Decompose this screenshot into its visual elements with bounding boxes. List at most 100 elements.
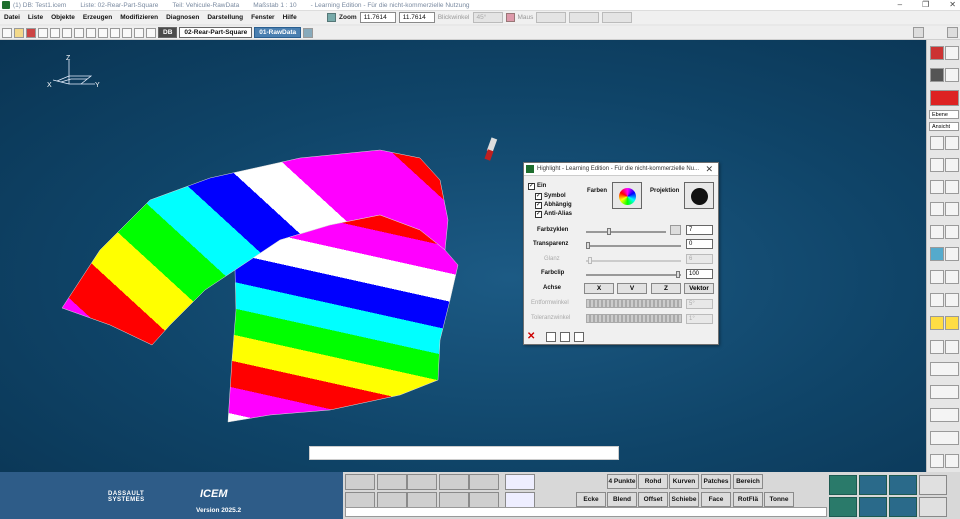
snowflake-2-icon[interactable] — [505, 492, 535, 508]
smiley-2-icon[interactable] — [945, 316, 959, 330]
object-tool-icon[interactable] — [345, 474, 375, 490]
button-blend[interactable]: Blend — [607, 492, 637, 507]
properties-icon[interactable] — [146, 27, 156, 38]
measure-tool-2-icon[interactable] — [945, 454, 959, 468]
smiley-icon[interactable] — [930, 316, 944, 330]
render-ball-icon[interactable] — [930, 90, 959, 106]
button-schiebe[interactable]: Schiebe — [669, 492, 699, 507]
axis-y-button[interactable]: V — [617, 283, 647, 294]
new-file-icon[interactable] — [2, 27, 12, 38]
axis-z-button[interactable]: Z — [651, 283, 681, 294]
arrow-tool-icon[interactable] — [930, 408, 959, 422]
button-face[interactable]: Face — [701, 492, 731, 507]
redo-icon[interactable] — [122, 27, 132, 38]
paste-icon[interactable] — [98, 27, 108, 38]
brush-tool-icon[interactable] — [945, 68, 959, 82]
transparenz-field[interactable]: 0 — [686, 239, 713, 249]
window-tool-2-icon[interactable] — [945, 340, 959, 354]
blue-tool-4-icon[interactable] — [889, 497, 917, 517]
button-patches[interactable]: Patches — [701, 474, 731, 489]
copy-tool-icon[interactable] — [439, 474, 469, 490]
minimize-icon[interactable]: – — [898, 0, 902, 9]
frame-tool-icon[interactable] — [930, 362, 959, 376]
curve-tool-2-icon[interactable] — [945, 136, 959, 150]
snowflake-icon[interactable] — [505, 474, 535, 490]
material-tool-icon[interactable] — [945, 270, 959, 284]
paint-tool-icon[interactable] — [945, 46, 959, 60]
projection-sphere-icon[interactable] — [684, 182, 714, 209]
cancel-x-icon[interactable]: ✕ — [527, 332, 537, 342]
button-bereich[interactable]: Bereich — [733, 474, 763, 489]
menu-darstellung[interactable]: Darstellung — [207, 14, 243, 21]
folder-tool-2-icon[interactable] — [377, 492, 407, 508]
restore-icon[interactable]: ❐ — [922, 0, 929, 9]
green-tool-1-icon[interactable] — [829, 475, 857, 495]
angle-lock-icon[interactable] — [505, 13, 515, 22]
button-kurven[interactable]: Kurven — [669, 474, 699, 489]
list-tool-icon[interactable] — [919, 497, 947, 517]
zoom-field-2[interactable]: 11.7614 — [398, 12, 435, 23]
shade-tool-icon[interactable] — [930, 68, 944, 82]
toolbar-menu-icon-2[interactable] — [947, 27, 958, 38]
cut-icon[interactable] — [74, 27, 84, 38]
list-tag[interactable]: 02-Rear-Part-Square — [179, 27, 253, 38]
zoom-out-icon[interactable] — [945, 293, 959, 307]
transparenz-slider-knob[interactable] — [586, 242, 590, 249]
eye-icon[interactable] — [407, 474, 437, 490]
save-as-icon[interactable] — [38, 27, 48, 38]
dialog-close-icon[interactable]: ✕ — [705, 164, 713, 175]
toolbar-menu-icon[interactable] — [913, 27, 924, 38]
undo-icon[interactable] — [110, 27, 120, 38]
sphere-icon[interactable] — [469, 492, 499, 508]
info-icon[interactable] — [546, 332, 556, 342]
axis-x-button[interactable]: X — [584, 283, 614, 294]
zoom-in-icon[interactable] — [930, 293, 944, 307]
farbzyklen-slider-knob[interactable] — [607, 228, 611, 235]
curve-tool-4-icon[interactable] — [945, 158, 959, 172]
axis-vektor-button[interactable]: Vektor — [684, 283, 714, 294]
measure-tool-icon[interactable] — [930, 454, 944, 468]
blue-tool-1-icon[interactable] — [859, 475, 887, 495]
surface-tool-1-icon[interactable] — [930, 225, 944, 239]
button-4-punkte[interactable]: 4 Punkte — [607, 474, 637, 489]
folder-tool-icon[interactable] — [345, 492, 375, 508]
checkbox-antialias[interactable]: ✓ — [535, 211, 542, 218]
button-offset[interactable]: Offset — [638, 492, 668, 507]
edit-icon[interactable] — [62, 27, 72, 38]
grid-tool-icon[interactable] — [930, 431, 959, 445]
green-tool-2-icon[interactable] — [829, 497, 857, 517]
print-icon[interactable] — [50, 27, 60, 38]
3d-viewport[interactable]: Z X Y — [0, 40, 926, 472]
menu-hilfe[interactable]: Hilfe — [283, 14, 297, 21]
help-tool-icon[interactable] — [930, 385, 959, 399]
menu-fenster[interactable]: Fenster — [251, 14, 274, 21]
menu-objekte[interactable]: Objekte — [51, 14, 75, 21]
farbzyklen-color-swatch[interactable] — [670, 225, 681, 235]
farbzyklen-field[interactable]: 7 — [686, 225, 713, 235]
menu-erzeugen[interactable]: Erzeugen — [83, 14, 112, 21]
curve-tool-6-icon[interactable] — [945, 180, 959, 194]
curve-tool-1-icon[interactable] — [930, 136, 944, 150]
curve-tool-8-icon[interactable] — [945, 202, 959, 216]
checkbox-abhaengig[interactable]: ✓ — [535, 202, 542, 209]
light-tool-icon[interactable] — [930, 270, 944, 284]
window-tool-icon[interactable] — [930, 340, 944, 354]
view-select[interactable]: Ansicht — [929, 122, 959, 131]
surface-tool-2-icon[interactable] — [945, 225, 959, 239]
blue-tool-2-icon[interactable] — [889, 475, 917, 495]
save-icon[interactable] — [26, 27, 36, 38]
zoom-field-1[interactable]: 11.7614 — [359, 12, 396, 23]
menu-datei[interactable]: Datei — [4, 14, 20, 21]
edit-tool-icon[interactable] — [469, 474, 499, 490]
light-source-icon[interactable] — [484, 137, 498, 161]
trash-icon[interactable] — [439, 492, 469, 508]
paste-settings-icon[interactable] — [574, 332, 584, 342]
db-tag[interactable]: DB — [158, 27, 178, 38]
copy-icon[interactable] — [86, 27, 96, 38]
add-part-icon[interactable] — [303, 27, 314, 38]
curve-tool-7-icon[interactable] — [930, 202, 944, 216]
curve-edit-icon[interactable] — [407, 492, 437, 508]
curve-tool-3-icon[interactable] — [930, 158, 944, 172]
close-icon[interactable]: ✕ — [949, 0, 956, 9]
copy-settings-icon[interactable] — [560, 332, 570, 342]
